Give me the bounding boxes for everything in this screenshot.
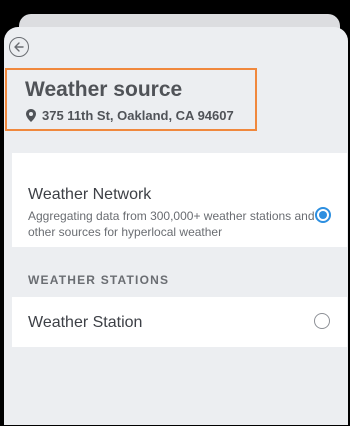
location-address: 375 11th St, Oakland, CA 94607 — [26, 108, 234, 123]
page-title: Weather source — [25, 78, 183, 101]
option-weather-station[interactable]: Weather Station — [12, 297, 347, 347]
map-pin-icon — [26, 109, 36, 122]
section-header-weather-stations: WEATHER STATIONS — [28, 273, 170, 287]
weather-network-radio[interactable] — [315, 207, 331, 223]
radio-selected-dot — [319, 211, 327, 219]
arrow-left-icon — [14, 42, 24, 52]
option-weather-network[interactable]: Weather Network Aggregating data from 30… — [12, 153, 347, 247]
weather-station-radio[interactable] — [314, 313, 330, 329]
option-title: Weather Network — [28, 186, 152, 203]
back-button[interactable] — [9, 37, 29, 57]
option-description: Aggregating data from 300,000+ weather s… — [28, 209, 315, 239]
address-text: 375 11th St, Oakland, CA 94607 — [42, 108, 234, 123]
station-title: Weather Station — [28, 314, 143, 331]
